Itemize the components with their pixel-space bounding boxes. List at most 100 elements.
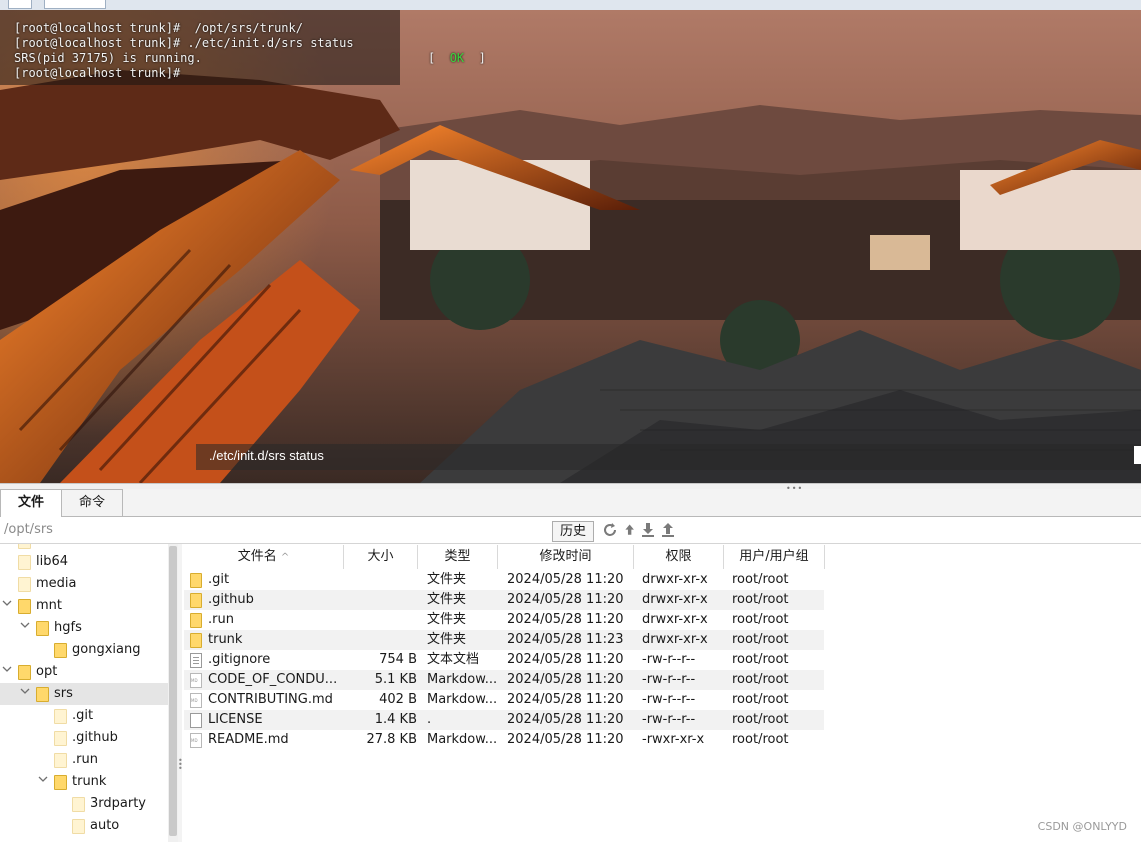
tree-item-label: .git [72, 708, 94, 723]
column-header-modified[interactable]: 修改时间 [498, 545, 634, 569]
file-modified: 2024/05/28 11:23 [507, 632, 624, 647]
file-type: Markdow... [427, 672, 497, 687]
file-type: 文件夹 [427, 572, 467, 587]
top-tab-stub[interactable] [44, 0, 106, 9]
table-row[interactable]: .github 文件夹 2024/05/28 11:20 drwxr-xr-x … [184, 590, 824, 610]
refresh-icon[interactable] [602, 522, 618, 538]
tab-commands[interactable]: 命令 [61, 489, 123, 516]
vertical-splitter[interactable]: • • • [178, 544, 183, 842]
folder-icon [54, 709, 67, 724]
file-owner: root/root [732, 652, 789, 667]
tree-item-3rdparty[interactable]: 3rdparty [0, 793, 168, 815]
column-header-type[interactable]: 类型 [418, 545, 498, 569]
tree-item-github[interactable]: .github [0, 727, 168, 749]
file-owner: root/root [732, 672, 789, 687]
chevron-down-icon[interactable] [2, 598, 12, 608]
file-type: 文件夹 [427, 612, 467, 627]
tree-item-label: lib64 [36, 554, 69, 569]
tab-files[interactable]: 文件 [0, 489, 62, 517]
file-type: Markdow... [427, 692, 497, 707]
column-header-size[interactable]: 大小 [344, 545, 418, 569]
tree-item-opt[interactable]: opt [0, 661, 168, 683]
command-input-text[interactable]: ./etc/init.d/srs status [209, 448, 324, 463]
folder-icon [36, 621, 49, 636]
history-button[interactable]: 历史 [552, 521, 594, 542]
folder-icon [72, 819, 85, 834]
tree-item-label: gongxiang [72, 642, 141, 657]
upload-icon[interactable] [660, 522, 676, 538]
file-modified: 2024/05/28 11:20 [507, 732, 624, 747]
folder-icon [190, 613, 202, 628]
file-modified: 2024/05/28 11:20 [507, 612, 624, 627]
table-row[interactable]: .gitignore 754 B 文本文档 2024/05/28 11:20 -… [184, 650, 824, 670]
file-permissions: -rw-r--r-- [642, 712, 696, 727]
folder-icon [190, 593, 202, 608]
folder-icon [54, 775, 67, 790]
terminal-line: [root@localhost trunk]# [14, 66, 181, 80]
file-owner: root/root [732, 712, 789, 727]
folder-icon [18, 599, 31, 614]
table-row[interactable]: CODE_OF_CONDU... 5.1 KB Markdow... 2024/… [184, 670, 824, 690]
tree-item-media[interactable]: media [0, 573, 168, 595]
tree-item-lib64[interactable]: lib64 [0, 551, 168, 573]
chevron-down-icon[interactable] [2, 664, 12, 674]
terminal-pane[interactable]: [root@localhost trunk]# /opt/srs/trunk/[… [0, 10, 1141, 483]
file-permissions: drwxr-xr-x [642, 632, 708, 647]
tree-item-gongxiang[interactable]: gongxiang [0, 639, 168, 661]
table-row[interactable]: trunk 文件夹 2024/05/28 11:23 drwxr-xr-x ro… [184, 630, 824, 650]
file-permissions: -rw-r--r-- [642, 672, 696, 687]
file-type: . [427, 712, 432, 727]
chevron-down-icon[interactable] [20, 620, 30, 630]
file-modified: 2024/05/28 11:20 [507, 652, 624, 667]
file-owner: root/root [732, 592, 789, 607]
column-header-permissions[interactable]: 权限 [634, 545, 724, 569]
column-header-owner[interactable]: 用户/用户组 [724, 545, 825, 569]
blank-file-icon [190, 713, 202, 728]
file-name: CODE_OF_CONDU... [208, 672, 338, 687]
file-list-header: 文件名 ^ 大小 类型 修改时间 权限 用户/用户组 [184, 545, 825, 569]
file-owner: root/root [732, 692, 789, 707]
file-permissions: -rwxr-xr-x [642, 732, 705, 747]
file-owner: root/root [732, 572, 789, 587]
download-icon[interactable] [640, 522, 656, 538]
status-bracket-close: ] [464, 51, 486, 65]
file-type: 文件夹 [427, 632, 467, 647]
table-row[interactable]: LICENSE 1.4 KB . 2024/05/28 11:20 -rw-r-… [184, 710, 824, 730]
tree-item-git[interactable]: .git [0, 705, 168, 727]
table-row[interactable]: CONTRIBUTING.md 402 B Markdow... 2024/05… [184, 690, 824, 710]
tree-item-label: .run [72, 752, 98, 767]
tree-scrollbar-thumb[interactable] [169, 546, 177, 836]
command-input-scroll-stub [1134, 446, 1141, 464]
tree-item-label: 3rdparty [90, 796, 146, 811]
terminal-status: [ OK ] [428, 51, 486, 65]
file-list[interactable]: 文件名 ^ 大小 类型 修改时间 权限 用户/用户组 .git 文件夹 2024… [184, 544, 1141, 842]
tree-item-label: srs [54, 686, 73, 701]
file-size [344, 570, 417, 590]
folder-icon [72, 797, 85, 812]
tree-item-mnt[interactable]: mnt [0, 595, 168, 617]
tree-item-auto[interactable]: auto [0, 815, 168, 837]
file-permissions: -rw-r--r-- [642, 652, 696, 667]
tree-item-srs[interactable]: srs [0, 683, 168, 705]
table-row[interactable]: .git 文件夹 2024/05/28 11:20 drwxr-xr-x roo… [184, 570, 824, 590]
tree-scrollbar[interactable] [168, 544, 178, 842]
tree-item-hgfs[interactable]: hgfs [0, 617, 168, 639]
file-modified: 2024/05/28 11:20 [507, 672, 624, 687]
top-tab-stub[interactable] [8, 0, 32, 9]
chevron-down-icon[interactable] [20, 686, 30, 696]
table-row[interactable]: .run 文件夹 2024/05/28 11:20 drwxr-xr-x roo… [184, 610, 824, 630]
up-arrow-icon[interactable] [622, 522, 638, 538]
directory-tree[interactable]: lib64 media mnt hgfs gongxiang opt srs .… [0, 544, 168, 842]
current-path[interactable]: /opt/srs [4, 522, 53, 537]
tree-item-trunk[interactable]: trunk [0, 771, 168, 793]
file-permissions: drwxr-xr-x [642, 592, 708, 607]
file-size [344, 590, 417, 610]
command-input-bar[interactable]: ./etc/init.d/srs status [196, 444, 1141, 470]
tree-item-label: hgfs [54, 620, 82, 635]
chevron-down-icon[interactable] [38, 774, 48, 784]
splitter-grip-icon[interactable]: ••• [178, 757, 183, 773]
column-header-name[interactable]: 文件名 ^ [184, 545, 344, 569]
tree-item-run[interactable]: .run [0, 749, 168, 771]
table-row[interactable]: README.md 27.8 KB Markdow... 2024/05/28 … [184, 730, 824, 750]
file-modified: 2024/05/28 11:20 [507, 692, 624, 707]
